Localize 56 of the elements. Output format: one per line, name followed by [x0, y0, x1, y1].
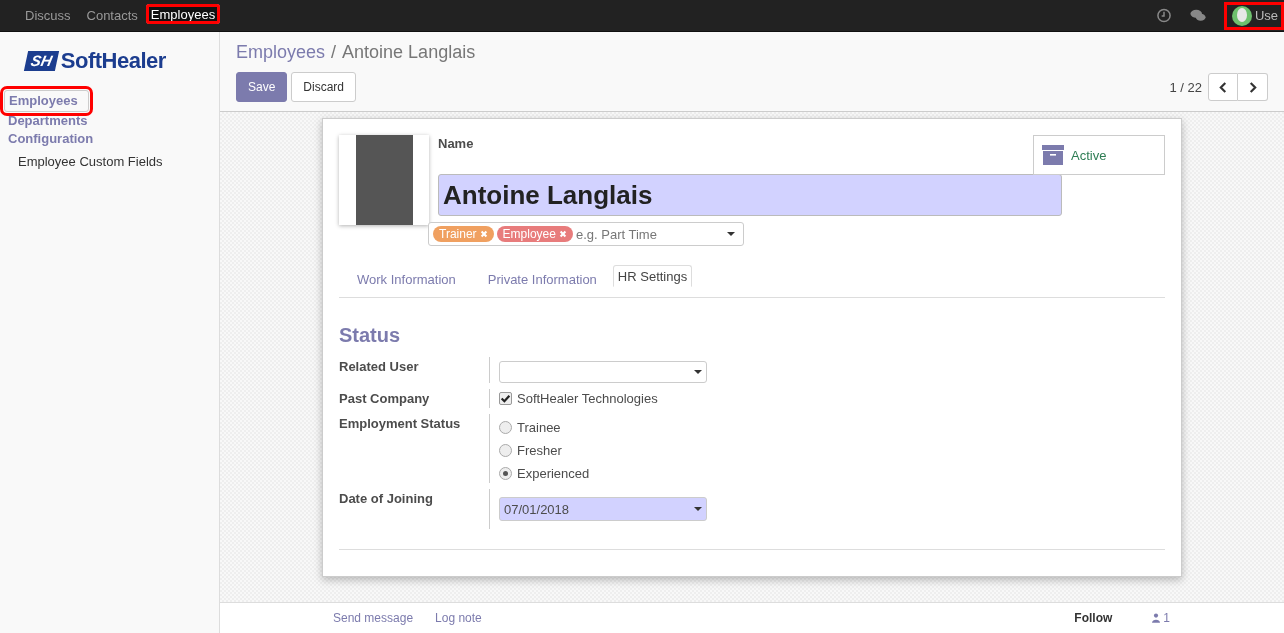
- checkbox[interactable]: [499, 392, 512, 405]
- chatter-link[interactable]: Send message: [333, 611, 414, 625]
- clock-icon[interactable]: [1155, 8, 1172, 23]
- name-label: Name: [438, 135, 475, 153]
- sidebar-subitem[interactable]: Employee Custom Fields: [0, 148, 181, 175]
- sidebar-item[interactable]: Configuration: [0, 130, 102, 148]
- caret-icon: [694, 507, 702, 511]
- remove-tag-icon[interactable]: [558, 230, 567, 238]
- person-icon: [1152, 613, 1161, 623]
- tag[interactable]: Employee: [496, 226, 573, 242]
- pager-counter: 1 / 22: [1169, 79, 1202, 95]
- radio-button[interactable]: [499, 421, 512, 434]
- breadcrumb-separator: /: [331, 42, 337, 63]
- chevron-left-icon: [1218, 81, 1228, 93]
- follow-button[interactable]: Follow: [1074, 611, 1113, 625]
- tab[interactable]: Work Information: [341, 261, 472, 298]
- followers-count[interactable]: 1: [1152, 611, 1170, 625]
- discard-button[interactable]: Discard: [291, 72, 357, 102]
- checkbox-label: SoftHealer Technologies: [517, 391, 658, 406]
- chat-bubbles-icon[interactable]: [1189, 8, 1206, 23]
- radio-label: Trainee: [517, 420, 561, 435]
- radio-button[interactable]: [499, 444, 512, 457]
- user-menu[interactable]: Use: [1223, 1, 1284, 30]
- tags-placeholder: e.g. Part Time: [575, 226, 658, 242]
- chatter-link[interactable]: Log note: [435, 611, 482, 625]
- active-toggle-button[interactable]: Active: [1033, 135, 1165, 175]
- date-field[interactable]: 07/01/2018: [499, 497, 707, 521]
- field-label: Related User: [339, 358, 420, 376]
- save-button[interactable]: Save: [236, 72, 288, 102]
- field-label: Employment Status: [339, 415, 462, 433]
- sidebar-item[interactable]: Departments: [0, 112, 96, 130]
- breadcrumb-link[interactable]: Employees: [236, 42, 326, 63]
- tab[interactable]: HR Settings: [612, 265, 693, 287]
- radio-label: Experienced: [517, 466, 590, 481]
- chevron-right-icon: [1248, 81, 1257, 93]
- tab[interactable]: Private Information: [471, 261, 613, 298]
- logo-mark: SH: [23, 51, 59, 71]
- top-menu-item[interactable]: Employees: [145, 4, 221, 24]
- field-label: Past Company: [339, 390, 431, 408]
- top-menu-item[interactable]: Contacts: [78, 0, 146, 31]
- tags-field[interactable]: Trainer Employee e.g. Part Time: [428, 222, 744, 246]
- archive-box-icon: [1042, 145, 1064, 165]
- radio-label: Fresher: [517, 443, 562, 458]
- top-menu-item[interactable]: Discuss: [17, 0, 79, 31]
- radio-button[interactable]: [499, 467, 512, 480]
- user-name: Use: [1254, 8, 1278, 23]
- section-title: Status: [339, 324, 402, 347]
- avatar-icon: [1231, 5, 1252, 26]
- previous-button[interactable]: [1208, 73, 1238, 101]
- name-field[interactable]: Antoine Langlais: [438, 174, 1062, 216]
- caret-icon: [727, 232, 735, 236]
- field-label: Date of Joining: [339, 490, 434, 508]
- next-button[interactable]: [1238, 73, 1268, 101]
- breadcrumb-current: Antoine Langlais: [342, 42, 476, 63]
- logo-text: SoftHealer: [60, 48, 166, 74]
- caret-icon: [694, 370, 702, 374]
